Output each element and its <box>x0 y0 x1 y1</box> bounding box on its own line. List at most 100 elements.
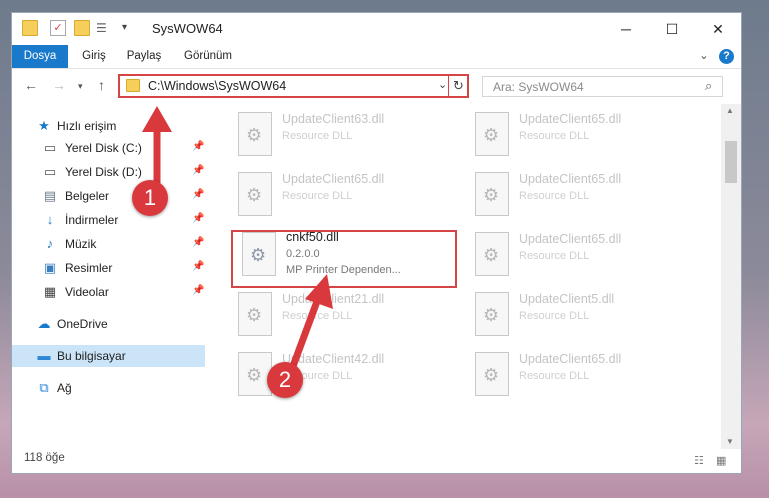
window-title: SysWOW64 <box>152 21 223 36</box>
search-placeholder: Ara: SysWOW64 <box>493 80 584 94</box>
computer-icon: ▬ <box>37 348 51 363</box>
navigation-pane: ★ Hızlı erişim ▭ Yerel Disk (C:) 📌 ▭ Yer… <box>12 104 205 449</box>
sidebar-item-label: Belgeler <box>65 189 110 203</box>
sidebar-item-label: Yerel Disk (D:) <box>65 165 142 179</box>
sidebar-item-local-disk-d[interactable]: ▭ Yerel Disk (D:) 📌 <box>12 161 205 183</box>
sidebar-item-downloads[interactable]: ↓ İndirmeler 📌 <box>12 209 205 231</box>
pin-icon[interactable]: 📌 <box>192 213 204 224</box>
list-item[interactable]: ⚙ UpdateClient63.dll Resource DLL <box>230 108 450 162</box>
sidebar-item-quick-access[interactable]: ★ Hızlı erişim <box>12 115 205 137</box>
forward-arrow-icon[interactable]: → <box>52 77 66 93</box>
sidebar-item-local-disk-c[interactable]: ▭ Yerel Disk (C:) 📌 <box>12 137 205 159</box>
recent-locations-icon[interactable]: ▾ <box>78 81 83 92</box>
dll-file-icon: ⚙ <box>475 232 509 276</box>
list-item[interactable]: ⚙ UpdateClient65.dll Resource DLL <box>467 228 687 282</box>
file-name: UpdateClient65.dll <box>519 352 622 366</box>
file-name: UpdateClient65.dll <box>519 232 622 246</box>
pin-icon[interactable]: 📌 <box>192 141 204 152</box>
scrollbar-thumb[interactable] <box>725 141 737 183</box>
scroll-up-icon[interactable]: ▲ <box>726 106 734 115</box>
list-item[interactable]: ⚙ UpdateClient21.dll Resource DLL <box>230 288 450 342</box>
address-row: ← → ▾ ↑ C:\Windows\SysWOW64 ⌄ ↻ Ara: Sys… <box>12 69 741 103</box>
details-view-icon[interactable]: ☷ <box>694 454 704 467</box>
pin-icon[interactable]: 📌 <box>192 237 204 248</box>
address-path: C:\Windows\SysWOW64 <box>148 79 287 93</box>
sidebar-item-label: Videolar <box>65 285 109 299</box>
pin-icon[interactable]: 📌 <box>192 261 204 272</box>
step-marker-1: 1 <box>132 180 168 216</box>
file-description: Resource DLL <box>519 370 590 382</box>
minimize-button[interactable]: ─ <box>603 13 649 45</box>
dll-file-icon: ⚙ <box>475 352 509 396</box>
folder-icon <box>126 79 140 92</box>
scroll-down-icon[interactable]: ▼ <box>726 437 734 446</box>
file-description: Resource DLL <box>282 130 353 142</box>
new-folder-icon[interactable] <box>74 20 90 36</box>
address-bar[interactable]: C:\Windows\SysWOW64 ⌄ ↻ <box>118 74 469 98</box>
pin-icon[interactable]: 📌 <box>192 189 204 200</box>
dll-file-icon: ⚙ <box>475 292 509 336</box>
star-icon: ★ <box>38 118 50 133</box>
file-name: UpdateClient65.dll <box>519 112 622 126</box>
cloud-icon: ☁ <box>37 316 51 331</box>
sidebar-item-pictures[interactable]: ▣ Resimler 📌 <box>12 257 205 279</box>
sidebar-item-this-pc[interactable]: ▬ Bu bilgisayar <box>12 345 205 367</box>
vertical-scrollbar[interactable]: ▲ ▼ <box>721 104 741 449</box>
sidebar-item-label: İndirmeler <box>65 213 119 227</box>
tab-file[interactable]: Dosya <box>12 45 68 68</box>
music-icon: ♪ <box>46 236 54 251</box>
folder-icon <box>22 20 38 36</box>
dll-file-icon: ⚙ <box>475 112 509 156</box>
sidebar-item-documents[interactable]: ▤ Belgeler 📌 <box>12 185 205 207</box>
back-arrow-icon[interactable]: ← <box>24 77 38 93</box>
list-item[interactable]: ⚙ UpdateClient65.dll Resource DLL <box>467 348 687 402</box>
file-description: Resource DLL <box>282 310 353 322</box>
search-icon: ⌕ <box>705 78 713 93</box>
ribbon-expand-icon[interactable]: ⌄ <box>694 45 714 68</box>
chevron-down-icon[interactable]: ▾ <box>122 20 138 36</box>
video-icon: ▦ <box>43 284 57 299</box>
sidebar-item-label: Bu bilgisayar <box>57 349 126 363</box>
search-input[interactable]: Ara: SysWOW64 ⌕ <box>482 76 723 97</box>
up-arrow-icon[interactable]: ↑ <box>98 77 105 93</box>
list-item[interactable]: ⚙ UpdateClient65.dll Resource DLL <box>230 168 450 222</box>
tab-home[interactable]: Giriş <box>74 45 114 68</box>
sidebar-item-label: Yerel Disk (C:) <box>65 141 142 155</box>
file-description: Resource DLL <box>519 250 590 262</box>
sidebar-item-videos[interactable]: ▦ Videolar 📌 <box>12 281 205 303</box>
file-name: UpdateClient65.dll <box>282 172 385 186</box>
chevron-down-icon[interactable]: ⌄ <box>438 78 447 91</box>
list-item[interactable]: ⚙ UpdateClient65.dll Resource DLL <box>467 168 687 222</box>
dll-file-icon: ⚙ <box>238 292 272 336</box>
close-button[interactable]: ✕ <box>695 13 741 45</box>
list-item[interactable]: ⚙ UpdateClient65.dll Resource DLL <box>467 108 687 162</box>
dll-file-icon: ⚙ <box>238 112 272 156</box>
title-bar: ✓ ☰ ▾ SysWOW64 ─ ☐ ✕ <box>12 13 741 45</box>
tab-share[interactable]: Paylaş <box>120 45 168 68</box>
drive-icon: ▭ <box>43 164 57 179</box>
sidebar-item-label: Resimler <box>65 261 113 275</box>
large-icons-view-icon[interactable]: ▦ <box>716 454 726 467</box>
sidebar-item-network[interactable]: ⧉ Ağ <box>12 377 205 399</box>
item-count: 118 öğe <box>24 452 65 464</box>
sidebar-item-onedrive[interactable]: ☁ OneDrive <box>12 313 205 335</box>
tab-view[interactable]: Görünüm <box>178 45 238 68</box>
help-icon[interactable]: ? <box>719 49 734 64</box>
dll-file-icon: ⚙ <box>238 172 272 216</box>
pin-icon[interactable]: 📌 <box>192 285 204 296</box>
file-description: Resource DLL <box>519 310 590 322</box>
sidebar-item-label: Müzik <box>65 237 97 251</box>
pin-icon[interactable]: 📌 <box>192 165 204 176</box>
refresh-icon[interactable]: ↻ <box>453 78 464 94</box>
sidebar-item-label: Hızlı erişim <box>57 119 117 133</box>
sidebar-item-music[interactable]: ♪ Müzik 📌 <box>12 233 205 255</box>
document-icon: ▤ <box>43 188 57 203</box>
list-item[interactable]: ⚙ UpdateClient42.dll Resource DLL <box>230 348 450 402</box>
divider <box>448 76 449 96</box>
properties-icon[interactable]: ✓ <box>50 20 66 36</box>
customize-toolbar-icon[interactable]: ☰ <box>96 20 112 36</box>
network-icon: ⧉ <box>39 380 49 395</box>
list-item[interactable]: ⚙ UpdateClient5.dll Resource DLL <box>467 288 687 342</box>
maximize-button[interactable]: ☐ <box>649 13 695 45</box>
picture-icon: ▣ <box>43 260 57 275</box>
